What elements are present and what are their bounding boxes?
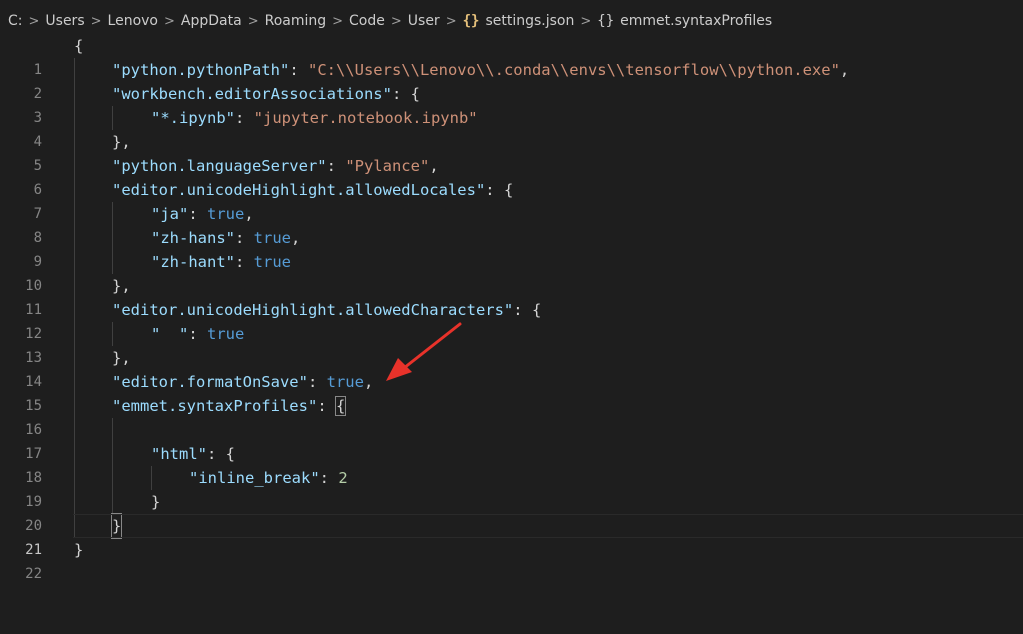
red-arrow-icon (386, 322, 462, 381)
